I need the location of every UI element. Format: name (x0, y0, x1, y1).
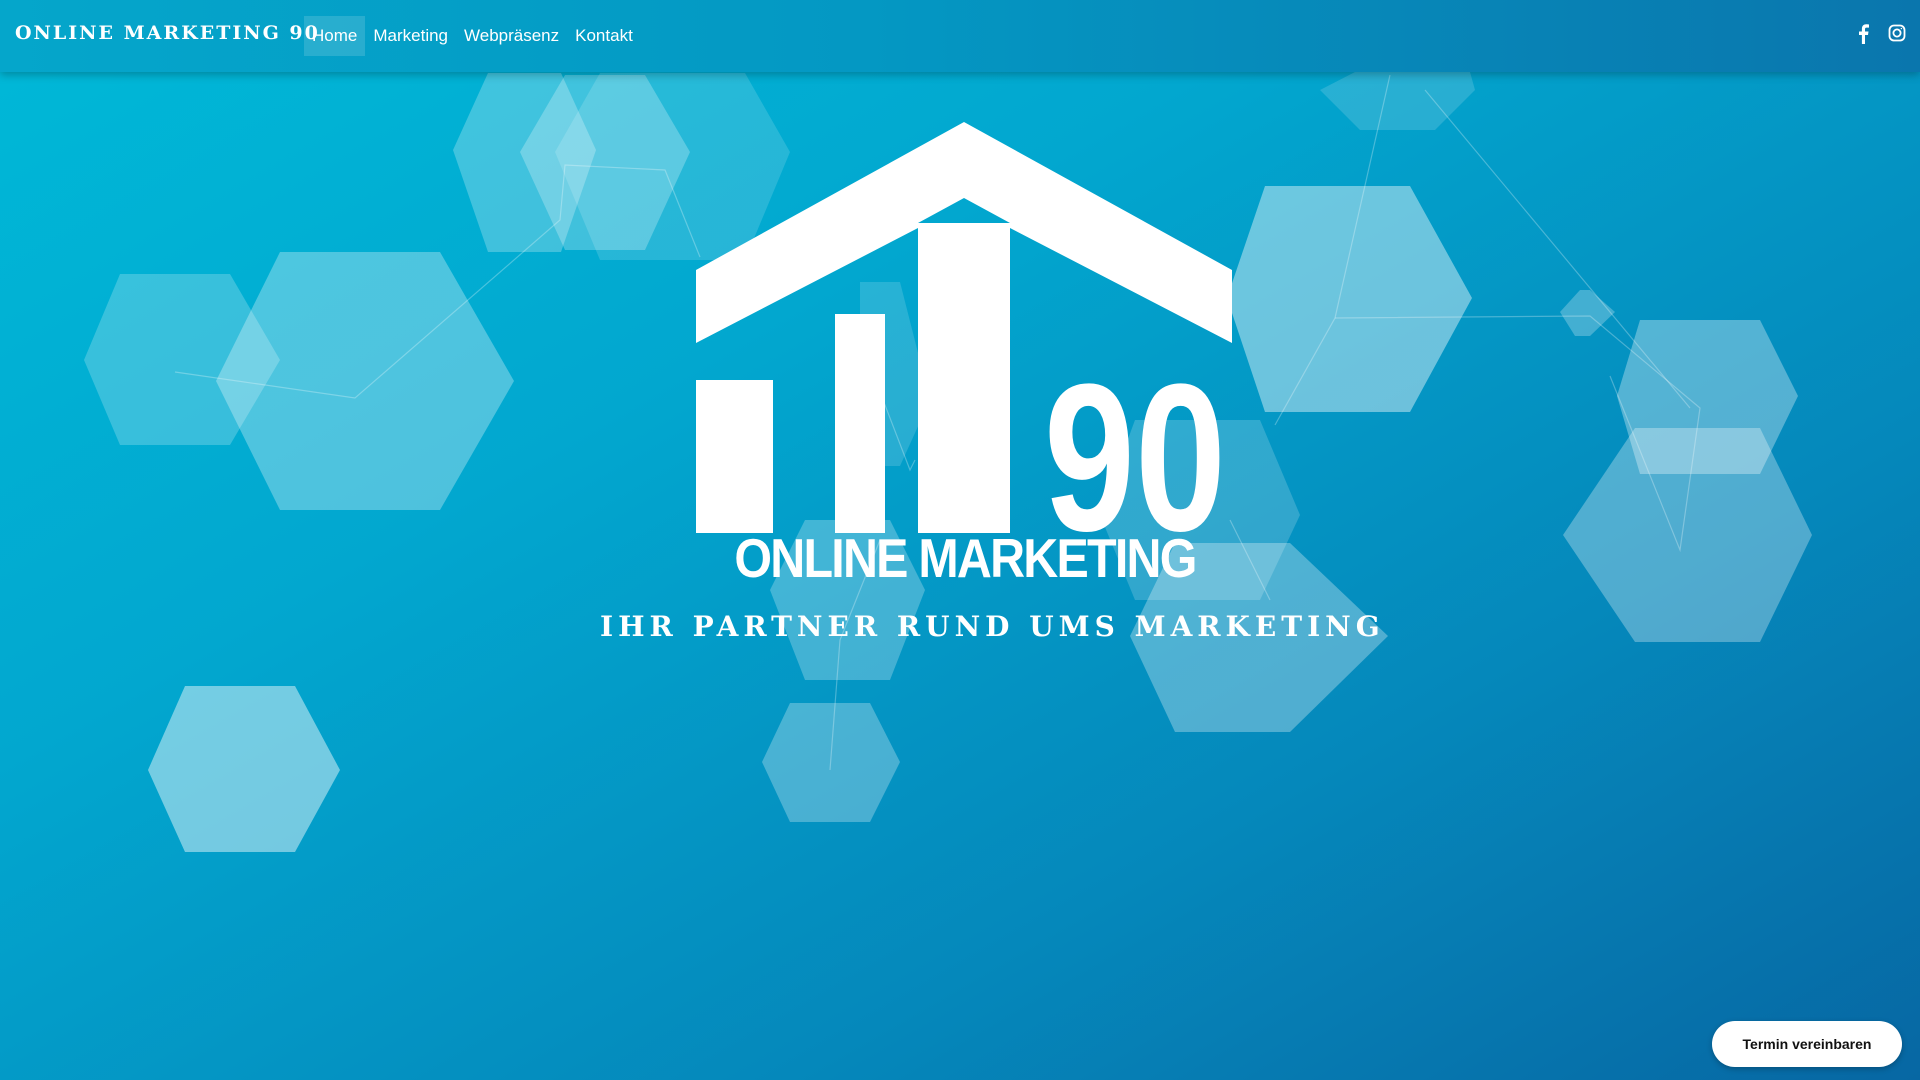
nav-item-home[interactable]: Home (304, 16, 366, 56)
nav-item-webpraesenz[interactable]: Webpräsenz (456, 16, 567, 56)
hero-tagline: IHR PARTNER RUND UMS MARKETING (600, 610, 1385, 643)
nav-item-kontakt[interactable]: Kontakt (567, 16, 641, 56)
facebook-icon[interactable] (1856, 24, 1870, 44)
nav-item-marketing[interactable]: Marketing (365, 16, 456, 56)
brand-logo-text[interactable]: ONLINE MARKETING 90 (15, 22, 320, 44)
social-links (1856, 24, 1906, 44)
main-nav: Home Marketing Webpräsenz Kontakt (304, 16, 641, 56)
logo-wordmark: ONLINE MARKETING (734, 527, 1197, 589)
instagram-icon[interactable] (1888, 24, 1906, 44)
hero-logo-graphic: 90 (696, 122, 1232, 575)
appointment-button[interactable]: Termin vereinbaren (1712, 1021, 1902, 1067)
top-navbar: ONLINE MARKETING 90 Home Marketing Webpr… (0, 0, 1920, 72)
